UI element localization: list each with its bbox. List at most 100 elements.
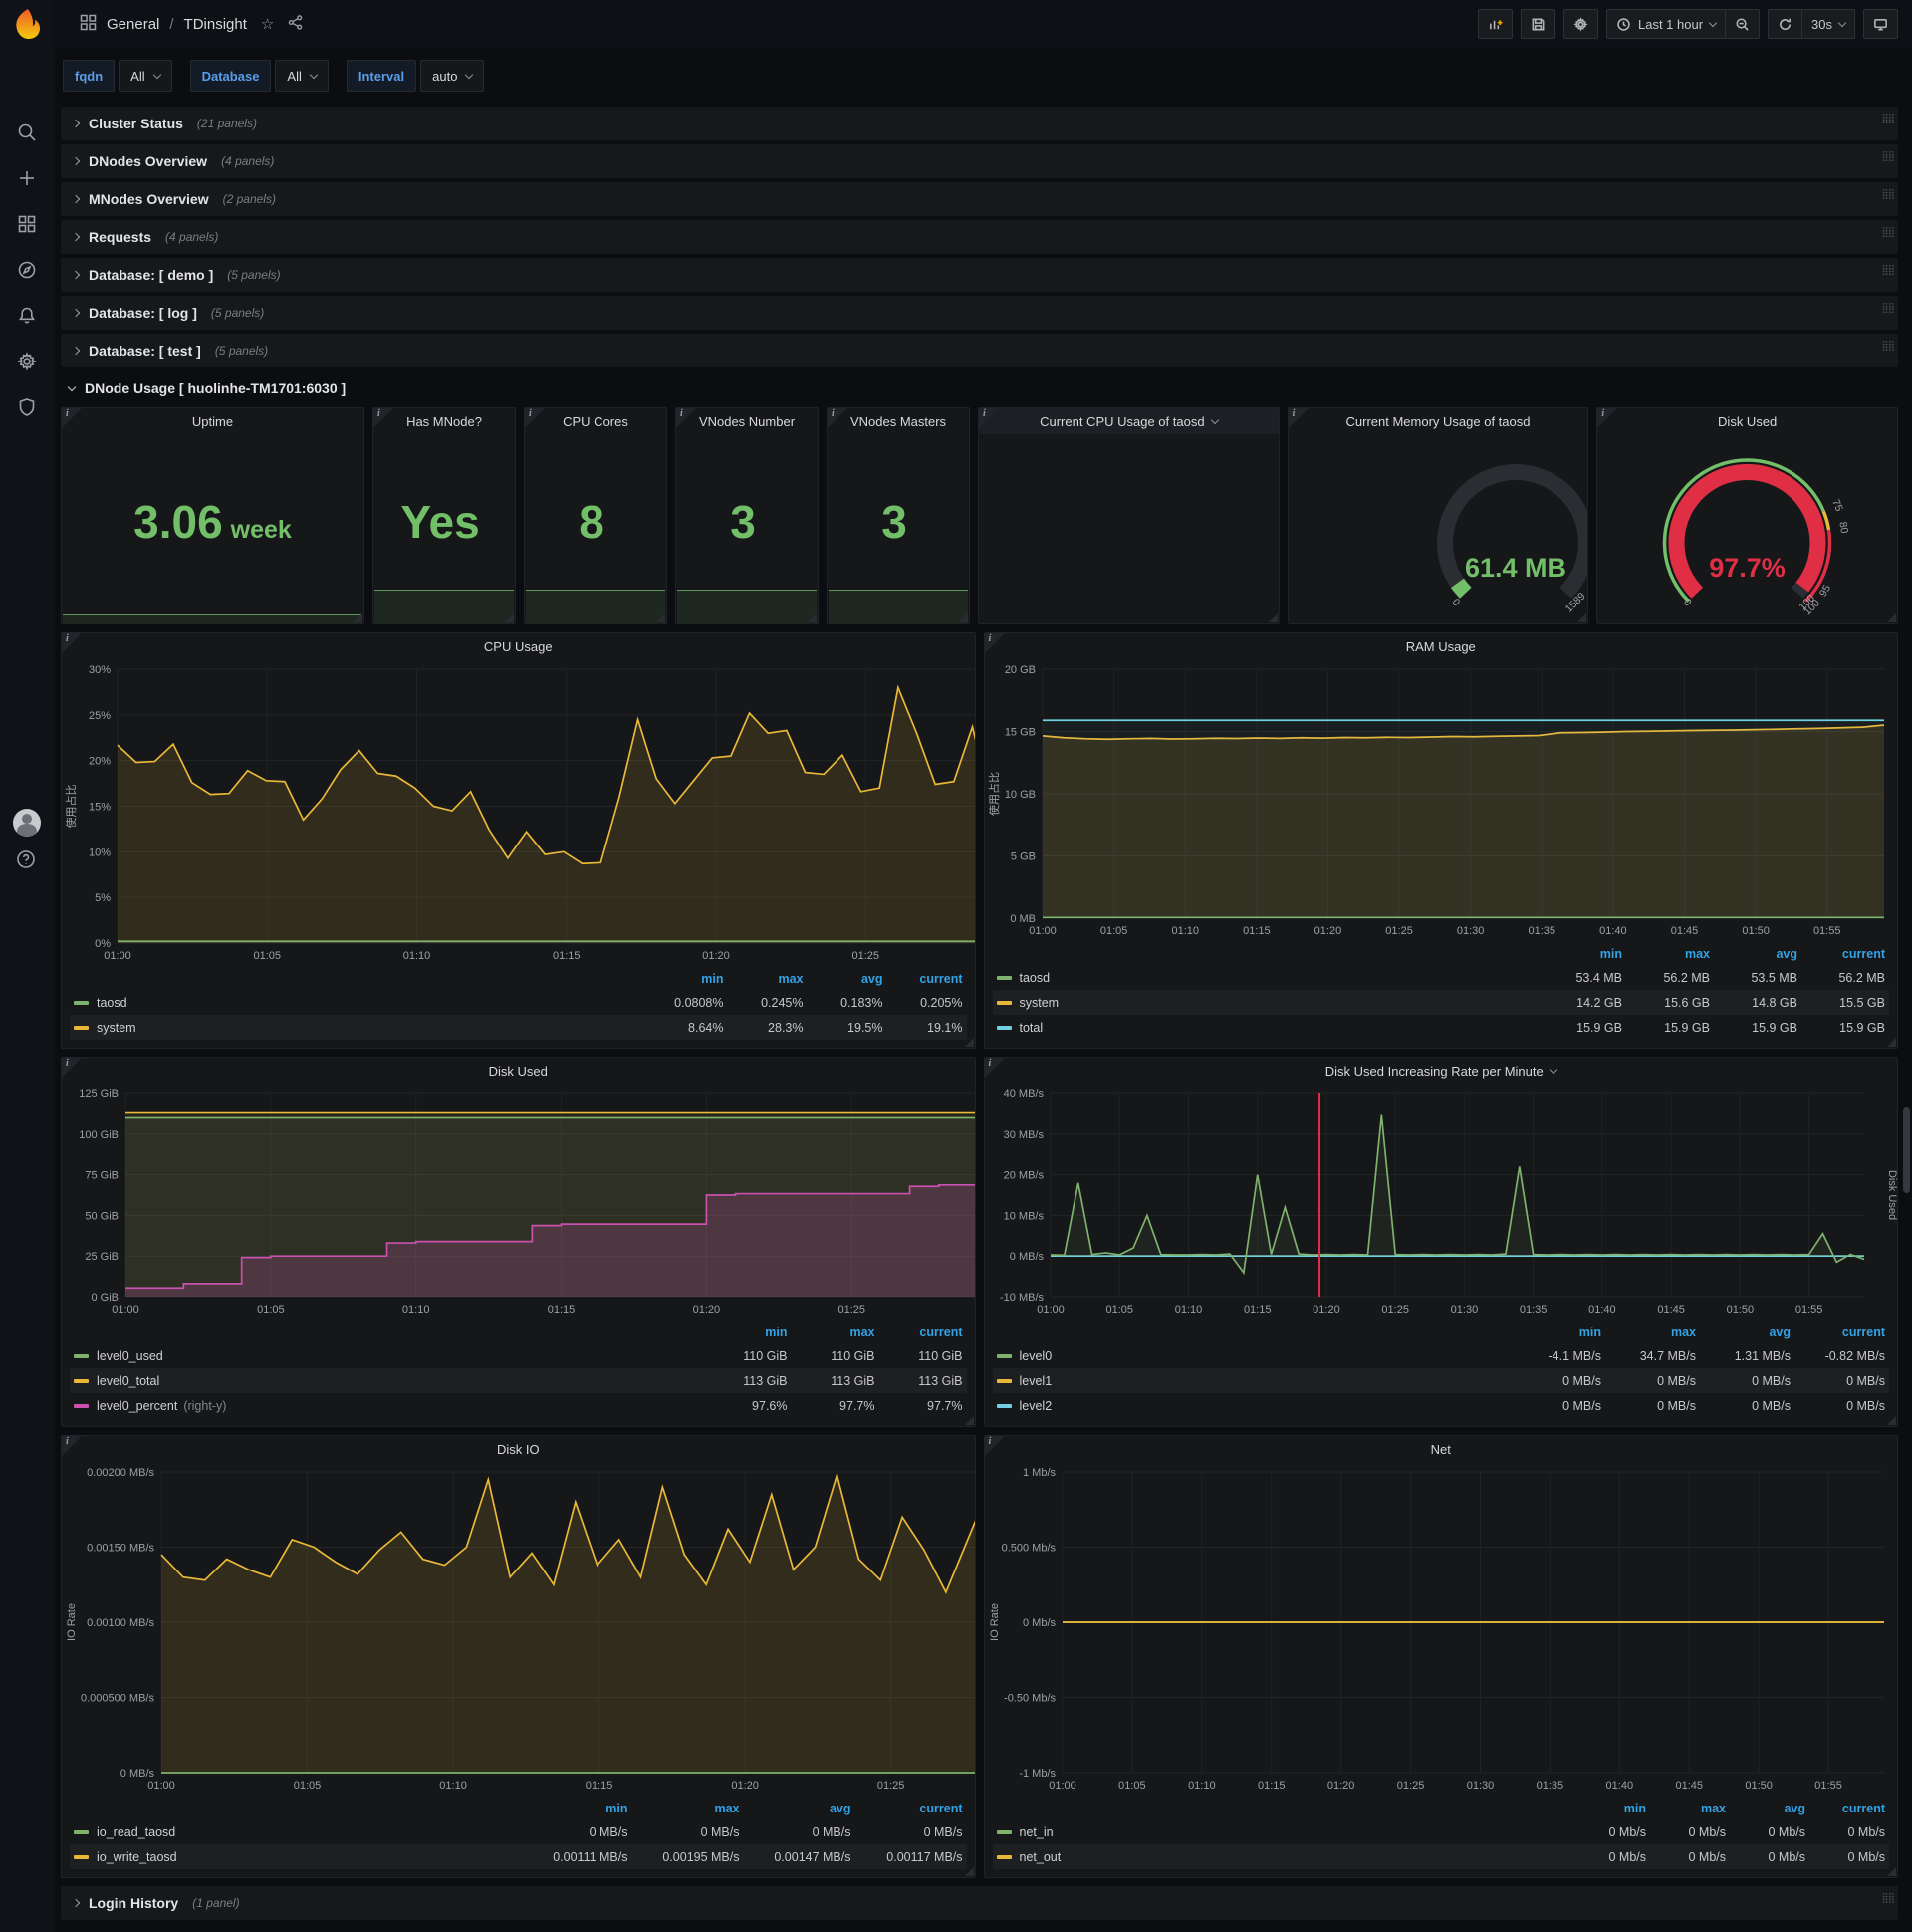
variable-value-dropdown[interactable]: auto: [420, 60, 485, 92]
series-name[interactable]: io_read_taosd: [97, 1825, 175, 1839]
row-drag-handle-icon[interactable]: ⣿⣿: [1881, 265, 1895, 276]
panel-info-icon[interactable]: i: [984, 1058, 1005, 1078]
dashboard-settings-button[interactable]: [1562, 9, 1598, 39]
legend-row[interactable]: level0_percent (right-y) 97.6% 97.7% 97.7%: [70, 1393, 967, 1418]
variable-value-dropdown[interactable]: All: [275, 60, 329, 92]
save-dashboard-button[interactable]: [1520, 9, 1555, 39]
legend-row[interactable]: level0_used 110 GiB 110 GiB 110 GiB: [70, 1343, 967, 1368]
series-name[interactable]: level0_total: [97, 1374, 159, 1388]
page-scrollbar[interactable]: [1903, 1107, 1910, 1193]
legend-column-header[interactable]: avg: [740, 1802, 851, 1815]
series-name[interactable]: io_write_taosd: [97, 1850, 177, 1864]
time-series-plot[interactable]: 0% 5% 10% 15% 20% 25% 30% 01:00 01:05 01:10 01:15 0…: [62, 659, 975, 965]
row-drag-handle-icon[interactable]: ⣿⣿: [1881, 303, 1895, 314]
legend-column-header[interactable]: min: [517, 1802, 627, 1815]
legend-column-header[interactable]: avg: [1710, 947, 1797, 961]
row-drag-handle-icon[interactable]: ⣿⣿: [1881, 114, 1895, 124]
panel-title[interactable]: Net: [985, 1436, 1898, 1462]
legend-column-header[interactable]: max: [628, 1802, 739, 1815]
series-color-swatch[interactable]: [74, 1854, 89, 1859]
panel-info-icon[interactable]: i: [1288, 408, 1309, 428]
series-name[interactable]: total: [1020, 1021, 1044, 1035]
dashboard-row-collapsed[interactable]: Database: [ log ] (5 panels) ⣿⣿: [61, 296, 1898, 330]
legend-column-header[interactable]: max: [788, 1326, 874, 1339]
legend-row[interactable]: level1 0 MB/s 0 MB/s 0 MB/s 0 MB/s: [993, 1368, 1890, 1393]
share-icon[interactable]: [288, 14, 303, 34]
cycle-view-button[interactable]: [1863, 9, 1898, 39]
panel-title[interactable]: Disk Used: [62, 1058, 975, 1084]
series-color-swatch[interactable]: [74, 1403, 89, 1408]
legend-column-header[interactable]: current: [1791, 1326, 1885, 1339]
help-icon[interactable]: [15, 848, 37, 870]
panel-info-icon[interactable]: i: [62, 408, 82, 428]
legend-column-header[interactable]: min: [700, 1326, 787, 1339]
panel-title[interactable]: Has MNode?: [373, 408, 515, 434]
grafana-logo-icon[interactable]: [9, 7, 45, 43]
panel-title[interactable]: CPU Cores: [525, 408, 666, 434]
series-color-swatch[interactable]: [996, 1000, 1012, 1005]
series-color-swatch[interactable]: [996, 1829, 1012, 1834]
series-name[interactable]: level0_percent: [97, 1399, 177, 1413]
search-icon[interactable]: [16, 121, 38, 143]
panel-info-icon[interactable]: i: [828, 408, 847, 428]
panel-title[interactable]: VNodes Number: [676, 408, 818, 434]
legend-row[interactable]: level0 -4.1 MB/s 34.7 MB/s 1.31 MB/s -0.82 M…: [993, 1343, 1890, 1368]
legend-column-header[interactable]: avg: [804, 972, 883, 986]
legend-column-header[interactable]: min: [1535, 947, 1622, 961]
panel-title[interactable]: Current CPU Usage of taosd: [979, 408, 1279, 434]
series-color-swatch[interactable]: [74, 1829, 89, 1834]
time-series-plot[interactable]: 0 MB 5 GB 10 GB 15 GB 20 GB 01:00 01:05 01:10 01…: [985, 659, 1898, 940]
series-color-swatch[interactable]: [74, 1025, 89, 1030]
legend-row[interactable]: net_in 0 Mb/s 0 Mb/s 0 Mb/s 0 Mb/s: [993, 1819, 1890, 1844]
row-drag-handle-icon[interactable]: ⣿⣿: [1881, 189, 1895, 200]
legend-row[interactable]: net_out 0 Mb/s 0 Mb/s 0 Mb/s 0 Mb/s: [993, 1844, 1890, 1869]
panel-title[interactable]: Current Memory Usage of taosd: [1289, 408, 1588, 434]
series-name[interactable]: level0_used: [97, 1349, 163, 1363]
time-series-plot[interactable]: -1 Mb/s -0.50 Mb/s 0 Mb/s 0.500 Mb/s 1 Mb/s 0…: [985, 1462, 1898, 1795]
dashboard-row-collapsed[interactable]: Cluster Status (21 panels) ⣿⣿: [61, 107, 1898, 140]
panel-info-icon[interactable]: i: [979, 408, 999, 428]
series-name[interactable]: taosd: [1020, 971, 1051, 985]
row-drag-handle-icon[interactable]: ⣿⣿: [1881, 227, 1895, 238]
legend-column-header[interactable]: current: [1805, 1802, 1885, 1815]
series-color-swatch[interactable]: [996, 1025, 1012, 1030]
series-color-swatch[interactable]: [74, 1378, 89, 1383]
panel-info-icon[interactable]: i: [984, 633, 1005, 653]
panel-title[interactable]: RAM Usage: [985, 633, 1898, 659]
star-icon[interactable]: ☆: [261, 15, 274, 33]
panel-title[interactable]: VNodes Masters: [828, 408, 969, 434]
legend-column-header[interactable]: min: [1507, 1326, 1601, 1339]
legend-row[interactable]: level0_total 113 GiB 113 GiB 113 GiB: [70, 1368, 967, 1393]
legend-row[interactable]: io_write_taosd 0.00111 MB/s 0.00195 MB/s 0.…: [70, 1844, 967, 1869]
series-name[interactable]: net_in: [1020, 1825, 1054, 1839]
variable-label[interactable]: Database: [189, 60, 272, 92]
legend-row[interactable]: taosd 53.4 MB 56.2 MB 53.5 MB 56.2 MB: [993, 965, 1890, 990]
series-color-swatch[interactable]: [74, 1353, 89, 1358]
refresh-button[interactable]: [1768, 9, 1802, 39]
legend-row[interactable]: system 14.2 GB 15.6 GB 14.8 GB 15.5 GB: [993, 990, 1890, 1015]
panel-title[interactable]: Uptime: [62, 408, 363, 434]
refresh-interval-picker[interactable]: 30s: [1801, 9, 1855, 39]
dashboard-row-collapsed[interactable]: Login History (1 panel) ⣿⣿: [61, 1886, 1898, 1920]
time-series-plot[interactable]: -10 MB/s 0 MB/s 10 MB/s 20 MB/s 30 MB/s 40 MB…: [985, 1084, 1897, 1319]
series-name[interactable]: level2: [1020, 1399, 1053, 1413]
legend-column-header[interactable]: max: [1646, 1802, 1726, 1815]
dashboards-icon[interactable]: [16, 213, 38, 235]
series-color-swatch[interactable]: [996, 1854, 1012, 1859]
legend-column-header[interactable]: max: [1622, 947, 1710, 961]
legend-column-header[interactable]: current: [875, 1326, 962, 1339]
panel-info-icon[interactable]: i: [62, 1436, 82, 1456]
row-drag-handle-icon[interactable]: ⣿⣿: [1881, 341, 1895, 352]
legend-row[interactable]: total 15.9 GB 15.9 GB 15.9 GB 15.9 GB: [993, 1015, 1890, 1040]
row-drag-handle-icon[interactable]: ⣿⣿: [1881, 1893, 1895, 1904]
legend-row[interactable]: taosd 0.0808% 0.245% 0.183% 0.205%: [70, 990, 967, 1015]
panel-info-icon[interactable]: i: [676, 408, 696, 428]
legend-column-header[interactable]: min: [644, 972, 723, 986]
legend-column-header[interactable]: current: [851, 1802, 962, 1815]
panel-info-icon[interactable]: i: [1597, 408, 1618, 428]
legend-column-header[interactable]: avg: [1696, 1326, 1791, 1339]
add-panel-button[interactable]: [1477, 9, 1513, 39]
panel-title[interactable]: Disk Used Increasing Rate per Minute: [985, 1058, 1898, 1084]
time-series-plot[interactable]: 0 MB/s 0.000500 MB/s 0.00100 MB/s 0.00150 M…: [62, 1462, 975, 1795]
panel-info-icon[interactable]: i: [984, 1436, 1005, 1456]
